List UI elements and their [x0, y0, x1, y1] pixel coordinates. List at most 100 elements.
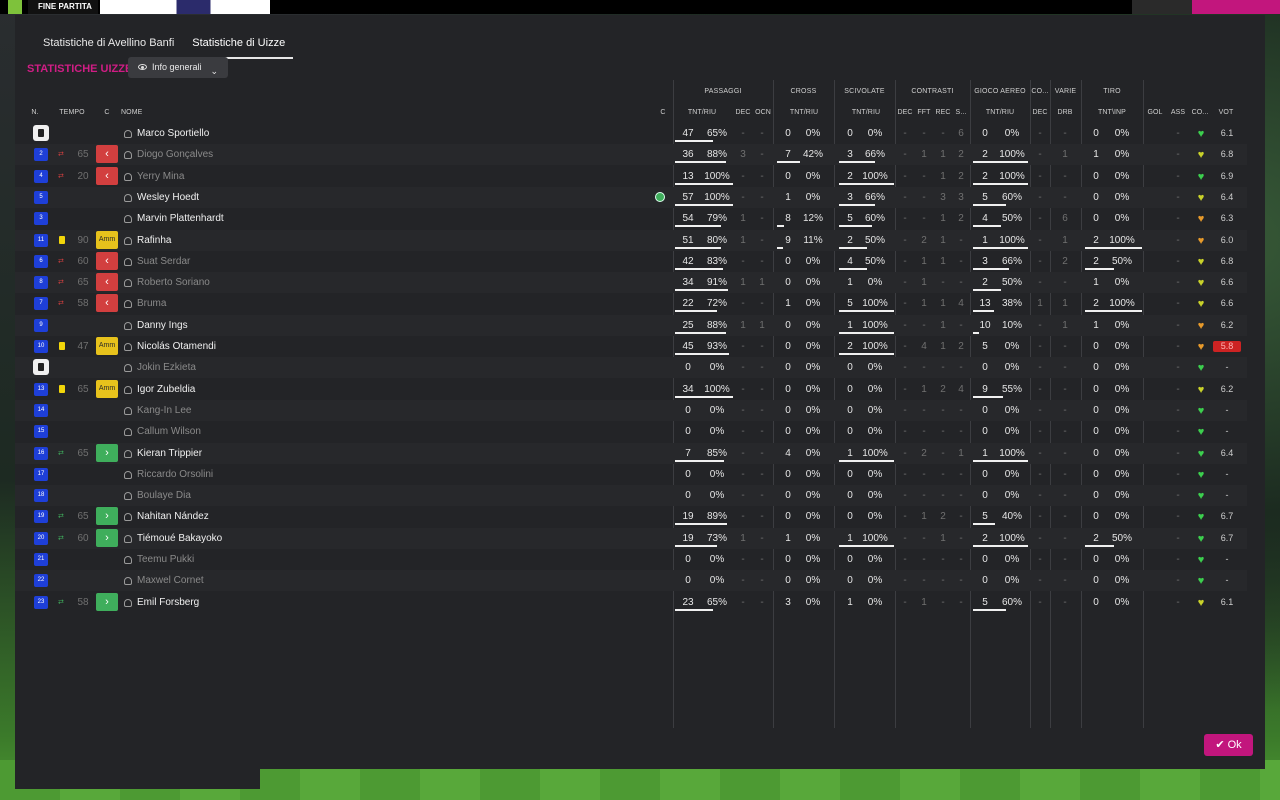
column-header-con_dec[interactable]: DEC — [896, 109, 914, 116]
player-name[interactable]: Boulaye Dia — [137, 485, 191, 506]
shots-pct: 0% — [1114, 511, 1130, 523]
player-name[interactable]: Tiémoué Bakayoko — [137, 528, 222, 549]
player-name[interactable]: Riccardo Orsolini — [137, 464, 213, 485]
table-row[interactable]: 16 ⇄ 65 › Kieran Trippier 7 85% - -4 0% 1 100% -2-1 1… — [15, 442, 1247, 464]
crosses-pct: 0% — [805, 128, 821, 139]
player-name[interactable]: Diogo Gonçalves — [137, 144, 213, 165]
duels-decisive: - — [903, 468, 907, 480]
co-decisive: - — [1038, 511, 1042, 523]
table-row[interactable]: Jokin Ezkieta 0 0% - - 0 0% 0 0% - - - - 0 0% - - 0 0% - ♥ - — [15, 357, 1247, 379]
table-row[interactable]: 14 Kang-In Lee 0 0% - - 0 0% 0 0% - - - - 0 0% - - 0 0% - ♥ - — [15, 399, 1247, 421]
player-name[interactable]: Wesley Hoedt — [137, 187, 199, 208]
column-header-pass_ocn[interactable]: OCN — [753, 109, 773, 116]
column-header-tiro_ti[interactable]: TNT\INP — [1085, 109, 1139, 116]
pass-accuracy-bar — [675, 331, 726, 334]
player-name[interactable]: Roberto Soriano — [137, 272, 210, 293]
column-header-con_rec[interactable]: REC — [934, 109, 952, 116]
player-name[interactable]: Suat Serdar — [137, 251, 190, 272]
player-name[interactable]: Bruma — [137, 293, 166, 314]
column-header-pass_tr[interactable]: TNT/RIU — [677, 109, 727, 116]
table-row[interactable]: 4 ⇄ 20 ‹ Yerry Mina 13 100% - -0 0% 2 100% - -1 2 2 100%… — [15, 166, 1247, 187]
table-row[interactable]: 11 90 Amm Rafinha 51 80% 1-9 11% 2 50% -2 1-1 100% -1… — [15, 229, 1247, 251]
headers-pct: 40% — [1001, 511, 1022, 523]
assists: - — [1176, 596, 1180, 608]
topbar-controls[interactable] — [1132, 0, 1192, 14]
table-row[interactable]: 10 47 Amm Nicolás Otamendi 45 93% - -0 0% 2 100% -4… — [15, 336, 1247, 357]
column-header-air_tr[interactable]: TNT/RIU — [975, 109, 1025, 116]
table-row[interactable]: 17 Riccardo Orsolini 0 0% - - 0 0% 0 0% - - - - 0 0% - - 0… — [15, 464, 1247, 485]
column-header-con_fft[interactable]: FFT — [916, 109, 932, 116]
table-row[interactable]: 19 ⇄ 65 › Nahitan Nández 19 89% - -0 0% 0 0% -1 2-5 40… — [15, 506, 1247, 527]
header-success-bar — [973, 395, 1003, 398]
cross-accuracy-bar — [777, 225, 784, 228]
column-header-gol[interactable]: GOL — [1145, 109, 1165, 116]
table-row[interactable]: Marco Sportiello 47 65% - -0 0% 0 0% - - -6 0 0% - -0 0… — [15, 123, 1247, 144]
player-name[interactable]: Nicolás Otamendi — [137, 336, 216, 357]
table-row[interactable]: 3 Marvin Plattenhardt 54 79% 1-8 12% 5 60% - -1 2 4… — [15, 208, 1247, 229]
shirt-number: 13 — [34, 382, 48, 396]
table-row[interactable]: 15 Callum Wilson 0 0% - - 0 0% 0 0% - - - - 0 0% - - 0 0% - ♥… — [15, 421, 1247, 442]
column-header-tempo[interactable]: TEMPO — [57, 109, 87, 116]
tackle-success-bar — [839, 182, 894, 185]
ok-button[interactable]: ✔ Ok — [1204, 734, 1253, 756]
player-name[interactable]: Nahitan Nández — [137, 506, 209, 527]
table-row[interactable]: 2 ⇄ 65 ‹ Diogo Gonçalves 36 88% 3-7 42% 3 66% -1 1 2 2… — [15, 144, 1247, 166]
table-row[interactable]: 22 Maxwel Cornet 0 0% - - 0 0% 0 0% - - - - 0 0% - - 0 0% - ♥… — [15, 570, 1247, 592]
player-name[interactable]: Teemu Pukki — [137, 549, 194, 570]
player-name[interactable]: Marco Sportiello — [137, 123, 209, 144]
column-header-con_s[interactable]: S... — [953, 109, 969, 116]
table-row[interactable]: 8 ⇄ 65 ‹ Roberto Soriano 34 91% 1 1 0 0% 1 0% -1- -2 50… — [15, 272, 1247, 294]
tab-home-stats[interactable]: Statistiche di Avellino Banfi — [35, 37, 182, 59]
table-row[interactable]: 20 ⇄ 60 › Tiémoué Bakayoko 19 73% 1-1 0% 1 100% - -1… — [15, 527, 1247, 549]
column-header-sciv_tr[interactable]: TNT/RIU — [841, 109, 891, 116]
pass-accuracy-bar — [675, 544, 717, 547]
player-name[interactable]: Yerry Mina — [137, 166, 184, 187]
player-name[interactable]: Emil Forsberg — [137, 592, 199, 613]
table-row[interactable]: 21 Teemu Pukki 0 0% - - 0 0% 0 0% - - - - 0 0% - - 0 0% - ♥ - — [15, 549, 1247, 570]
shots-total: 0 — [1093, 128, 1099, 139]
table-row[interactable]: 6 ⇄ 60 ‹ Suat Serdar 42 83% - -0 0% 4 50% -1 1-3 66% -2… — [15, 251, 1247, 272]
shots-total: 0 — [1093, 341, 1099, 352]
table-row[interactable]: 13 65 Amm Igor Zubeldia 34 100% - -0 0% 0 0% -1 2 4 9 5… — [15, 379, 1247, 400]
table-row[interactable]: 23 ⇄ 58 › Emil Forsberg 23 65% - -3 0% 1 0% -1- -5 60%… — [15, 592, 1247, 613]
column-header-co[interactable]: CO... — [1189, 109, 1211, 116]
player-name[interactable]: Kieran Trippier — [137, 443, 202, 464]
goals — [1147, 315, 1163, 336]
pass-accuracy-bar — [675, 310, 717, 313]
player-name[interactable]: Marvin Plattenhardt — [137, 208, 224, 229]
table-row[interactable]: 5 Wesley Hoedt 57 100% - -1 0% 3 66% - -3 3 5 60% - -0 0… — [15, 186, 1247, 208]
column-header-var_drb[interactable]: DRB — [1055, 109, 1075, 116]
column-header-nome[interactable]: NOME — [121, 109, 161, 116]
column-header-co_dec[interactable]: DEC — [1031, 109, 1049, 116]
column-header-ass[interactable]: ASS — [1169, 109, 1187, 116]
player-name[interactable]: Callum Wilson — [137, 421, 201, 442]
shots-total: 0 — [1093, 213, 1099, 225]
player-name[interactable]: Rafinha — [137, 230, 171, 251]
view-select[interactable]: Info generali ⌄ — [128, 57, 228, 78]
column-header-c2[interactable]: C — [657, 109, 669, 116]
column-header-n[interactable]: N. — [27, 109, 43, 116]
duels-fouls: - — [922, 128, 926, 139]
substitution-in-icon: ⇄ — [58, 513, 64, 521]
tab-away-stats[interactable]: Statistiche di Uizze — [184, 37, 294, 59]
goals — [1147, 166, 1163, 187]
pass-accuracy-bar — [675, 267, 723, 270]
column-header-cross_tr[interactable]: TNT/RIU — [779, 109, 829, 116]
tackles-attempted: 0 — [847, 128, 853, 139]
duels-decisive: - — [903, 319, 907, 331]
column-header-pass_dec[interactable]: DEC — [735, 109, 751, 116]
dressing-room-button[interactable] — [1192, 0, 1280, 14]
player-name[interactable]: Igor Zubeldia — [137, 379, 195, 400]
player-name[interactable]: Danny Ings — [137, 315, 188, 336]
player-name[interactable]: Kang-In Lee — [137, 400, 192, 421]
table-row[interactable]: 18 Boulaye Dia 0 0% - - 0 0% 0 0% - - - - 0 0% - - 0 0% - ♥ - — [15, 485, 1247, 507]
column-header-vot[interactable]: VOT — [1215, 109, 1237, 116]
crosses-pct: 0% — [805, 447, 821, 459]
headers-pct: 0% — [1004, 575, 1020, 587]
duels-s: 2 — [958, 341, 964, 352]
table-row[interactable]: 9 Danny Ings 25 88% 1 1 0 0% 1 100% - -1-10 10% -1 1 0%… — [15, 314, 1247, 336]
table-row[interactable]: 7 ⇄ 58 ‹ Bruma 22 72% - -1 0% 5 100% -1 1 4 13 38% 1 1 2 100… — [15, 293, 1247, 314]
column-header-c[interactable]: C — [101, 109, 113, 116]
player-name[interactable]: Maxwel Cornet — [137, 570, 204, 591]
player-name[interactable]: Jokin Ezkieta — [137, 357, 196, 378]
